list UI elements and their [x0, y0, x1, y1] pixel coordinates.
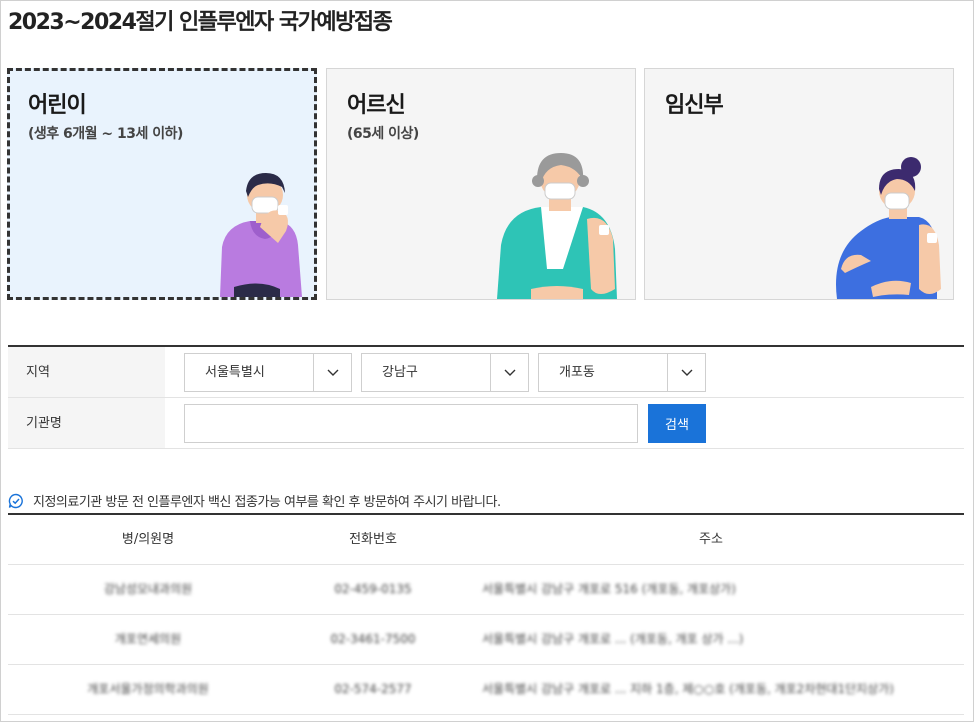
notice-text: 지정의료기관 방문 전 인플루엔자 백신 접종가능 여부를 확인 후 방문하여 …: [33, 495, 501, 510]
region-label: 지역: [8, 347, 165, 397]
clinic-name: 개포연세의원: [114, 632, 182, 646]
chevron-down-icon[interactable]: [667, 354, 705, 391]
pregnant-illustration: [836, 157, 941, 299]
card-children-subtitle: (생후 6개월 ~ 13세 이하): [28, 126, 183, 142]
card-elderly-title: 어르신: [347, 93, 406, 118]
district-select-value: 강남구: [382, 365, 418, 380]
clinic-name: 강남성모내과의원: [103, 582, 193, 596]
table-row[interactable]: 개포서울가정의학과의원 02-574-2577 서울특별시 강남구 개포로 ..…: [8, 665, 964, 715]
clinic-phone: 02-574-2577: [334, 682, 412, 696]
filter-row-region: 지역 서울특별시 강남구 개포동: [8, 347, 964, 398]
page-title: 2023~2024절기 인플루엔자 국가예방접종: [8, 10, 393, 35]
check-chat-icon: [8, 493, 24, 509]
search-filter-table: 지역 서울특별시 강남구 개포동 기관명 검색: [8, 345, 964, 449]
card-elderly[interactable]: 어르신 (65세 이상): [326, 68, 636, 300]
institution-label: 기관명: [8, 398, 165, 448]
card-elderly-subtitle: (65세 이상): [347, 126, 419, 142]
header-clinic-name: 병/의원명: [121, 532, 175, 547]
search-button[interactable]: 검색: [648, 404, 706, 443]
neighborhood-select[interactable]: 개포동: [538, 353, 706, 392]
chevron-down-icon[interactable]: [490, 354, 528, 391]
neighborhood-select-value: 개포동: [559, 365, 595, 380]
city-select-value: 서울특별시: [205, 365, 265, 380]
clinic-name: 개포서울가정의학과의원: [87, 682, 209, 696]
clinic-phone: 02-3461-7500: [330, 632, 416, 646]
card-pregnant-title: 임신부: [665, 93, 724, 118]
clinic-address: 서울특별시 강남구 개포로 516 (개포동, 개포상가): [482, 582, 736, 596]
table-header-row: 병/의원명 전화번호 주소: [8, 515, 964, 565]
elderly-illustration: [497, 153, 617, 299]
district-select[interactable]: 강남구: [361, 353, 529, 392]
header-phone: 전화번호: [349, 532, 397, 547]
card-children[interactable]: 어린이 (생후 6개월 ~ 13세 이하): [7, 68, 317, 300]
clinic-address: 서울특별시 강남구 개포로 ... 지하 1층, 제○○호 (개포동, 개포2차…: [482, 682, 894, 696]
notice: 지정의료기관 방문 전 인플루엔자 백신 접종가능 여부를 확인 후 방문하여 …: [8, 491, 501, 510]
table-row[interactable]: 강남성모내과의원 02-459-0135 서울특별시 강남구 개포로 516 (…: [8, 565, 964, 615]
chevron-down-icon[interactable]: [313, 354, 351, 391]
clinic-address: 서울특별시 강남구 개포로 ... (개포동, 개포 상가 ...): [482, 632, 744, 646]
clinic-results-table: 병/의원명 전화번호 주소 강남성모내과의원 02-459-0135 서울특별시…: [8, 513, 964, 715]
header-address: 주소: [699, 532, 723, 547]
clinic-phone: 02-459-0135: [334, 582, 412, 596]
card-pregnant[interactable]: 임신부: [644, 68, 954, 300]
card-children-title: 어린이: [28, 93, 87, 118]
filter-row-institution: 기관명 검색: [8, 398, 964, 449]
child-illustration: [220, 173, 302, 297]
table-row[interactable]: 개포연세의원 02-3461-7500 서울특별시 강남구 개포로 ... (개…: [8, 615, 964, 665]
city-select[interactable]: 서울특별시: [184, 353, 352, 392]
institution-name-input[interactable]: [184, 404, 638, 443]
